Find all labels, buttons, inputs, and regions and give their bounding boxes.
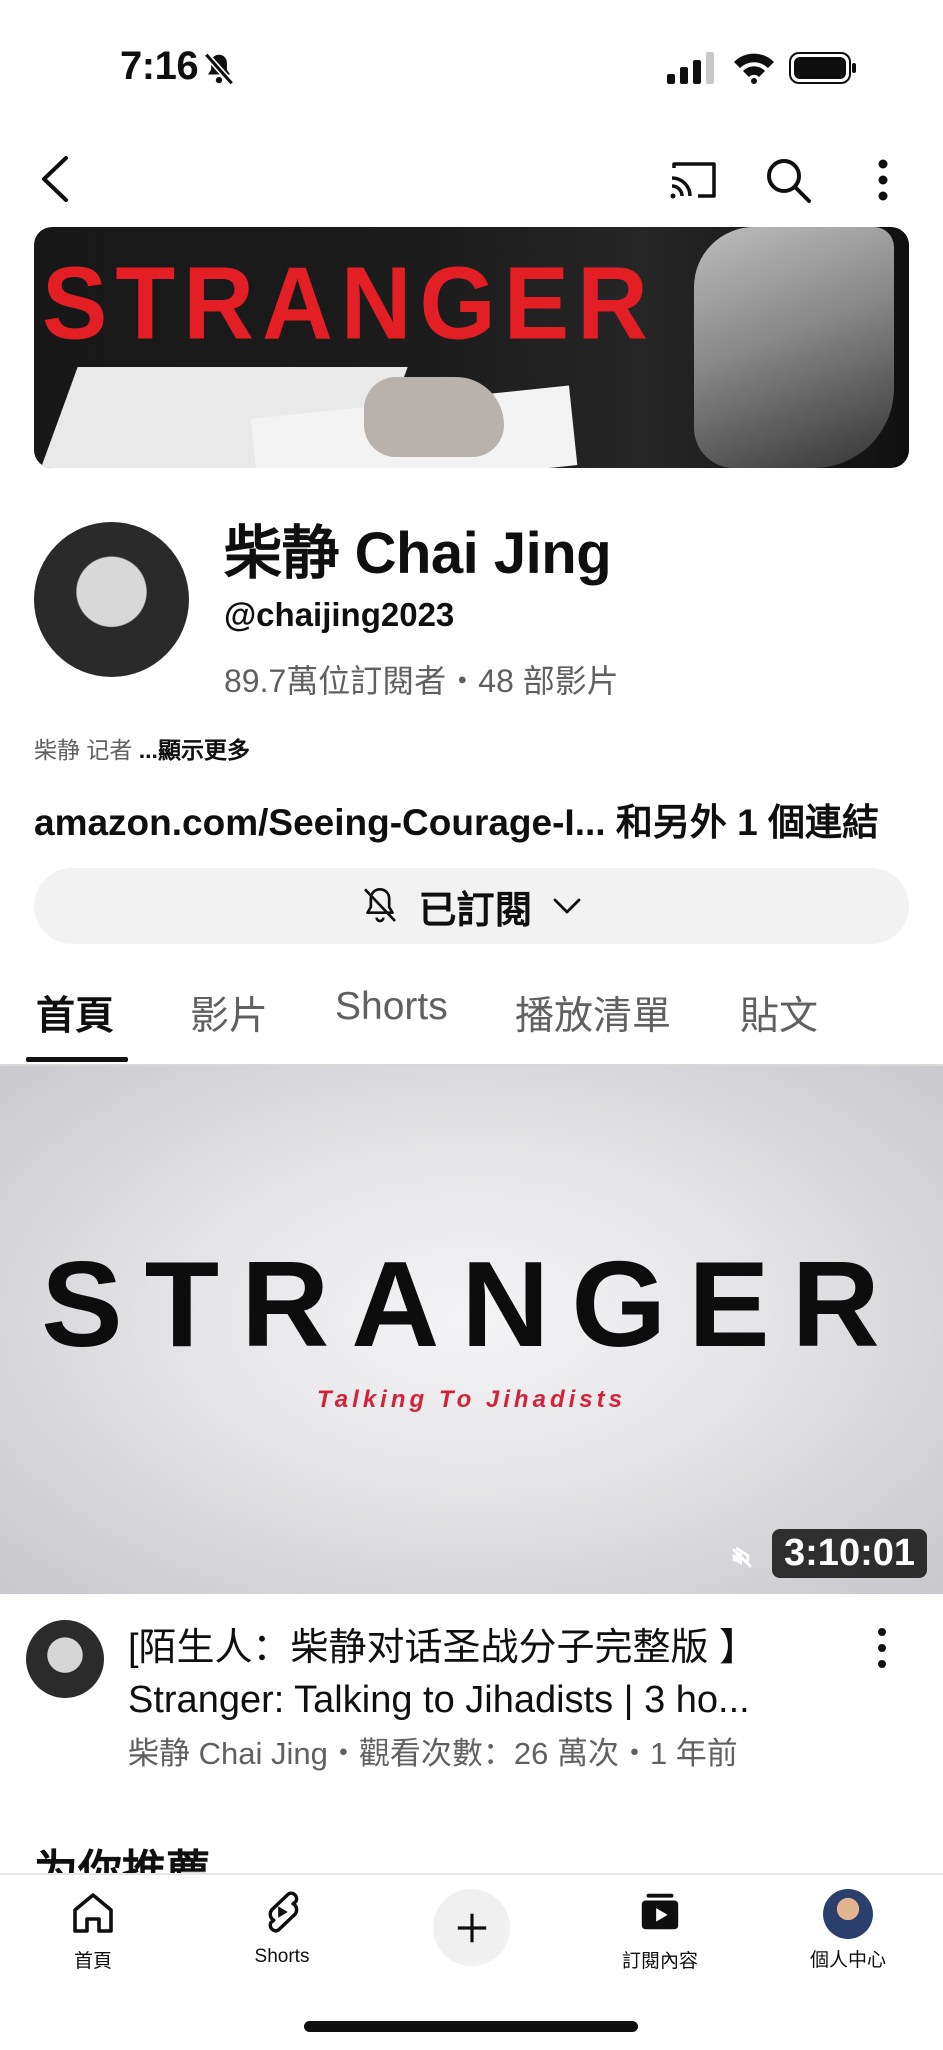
channel-handle: @chaijing2023 <box>224 596 455 633</box>
tab-videos[interactable]: 影片 <box>190 985 268 1041</box>
nav-shorts[interactable]: Shorts <box>217 1889 347 1968</box>
channel-banner: STRANGER <box>34 227 909 468</box>
channel-stats: 89.7萬位訂閱者・48 部影片 <box>224 663 619 699</box>
chevron-down-icon <box>553 898 580 914</box>
cast-icon[interactable] <box>668 158 718 202</box>
description-text: 柴静 记者 <box>34 737 139 763</box>
create-button[interactable] <box>433 1889 510 1966</box>
video-title[interactable]: [陌生人：柴静对话圣战分子完整版 】 Stranger: Talking to … <box>128 1622 818 1726</box>
tab-posts[interactable]: 貼文 <box>740 985 818 1041</box>
cellular-signal-icon <box>667 52 714 84</box>
wifi-icon <box>734 53 774 84</box>
thumbnail-subtitle: Talking To Jihadists <box>317 1386 626 1413</box>
subscriptions-icon <box>641 1893 679 1930</box>
active-tab-indicator <box>26 1057 128 1062</box>
show-more-link[interactable]: ...顯示更多 <box>139 737 250 763</box>
nav-you-label: 個人中心 <box>809 1950 886 1971</box>
back-arrow-icon[interactable] <box>36 154 76 204</box>
tab-shorts[interactable]: Shorts <box>335 985 448 1029</box>
banner-hand <box>364 377 504 457</box>
video-meta: 柴静 Chai Jing・觀看次數：26 萬次・1 年前 <box>128 1736 738 1771</box>
bottom-navigation: 首頁 Shorts 訂閱內容 個人中心 <box>0 1873 943 2050</box>
video-duration: 3:10:01 <box>772 1529 927 1578</box>
subscribed-label: 已訂閱 <box>418 889 533 932</box>
nav-home[interactable]: 首頁 <box>28 1889 158 1973</box>
search-icon[interactable] <box>764 156 812 204</box>
nav-subscriptions[interactable]: 訂閱內容 <box>595 1889 725 1973</box>
volume-muted-icon[interactable] <box>728 1544 756 1572</box>
nav-home-label: 首頁 <box>73 1951 112 1972</box>
channel-tabs: 首頁 影片 Shorts 播放清單 貼文 <box>0 975 943 1066</box>
plus-icon <box>457 1913 486 1942</box>
channel-avatar[interactable] <box>34 522 189 677</box>
channel-name: 柴静 Chai Jing <box>224 521 612 586</box>
tab-playlists[interactable]: 播放清單 <box>515 985 671 1041</box>
tab-home[interactable]: 首頁 <box>36 985 114 1041</box>
subscribed-button[interactable]: 已訂閱 <box>34 868 909 944</box>
channel-links[interactable]: amazon.com/Seeing-Courage-I... 和另外 1 個連結 <box>34 792 879 846</box>
nav-shorts-label: Shorts <box>254 1946 310 1967</box>
nav-you[interactable]: 個人中心 <box>783 1889 913 1972</box>
profile-avatar <box>823 1889 873 1939</box>
video-more-icon[interactable] <box>872 1626 892 1670</box>
featured-video-thumbnail[interactable]: STRANGER Talking To Jihadists 3:10:01 <box>0 1066 943 1594</box>
video-channel-avatar[interactable] <box>26 1620 104 1698</box>
banner-scarf <box>694 227 894 468</box>
battery-icon <box>789 52 856 84</box>
bell-muted-icon <box>203 52 235 86</box>
video-title-line2: Stranger: Talking to Jihadists | 3 ho... <box>128 1679 750 1721</box>
thumbnail-title: STRANGER <box>41 1236 902 1372</box>
shorts-icon <box>268 1891 299 1933</box>
home-indicator <box>304 2021 638 2032</box>
notification-off-icon <box>364 888 397 923</box>
home-icon <box>73 1893 113 1933</box>
more-vertical-icon[interactable] <box>868 158 898 202</box>
nav-subscriptions-label: 訂閱內容 <box>621 1951 698 1972</box>
channel-description[interactable]: 柴静 记者 ...顯示更多 <box>34 731 250 765</box>
status-time: 7:16 <box>120 44 199 88</box>
banner-title: STRANGER <box>42 245 656 361</box>
video-title-line1: [陌生人：柴静对话圣战分子完整版 】 <box>128 1627 758 1669</box>
